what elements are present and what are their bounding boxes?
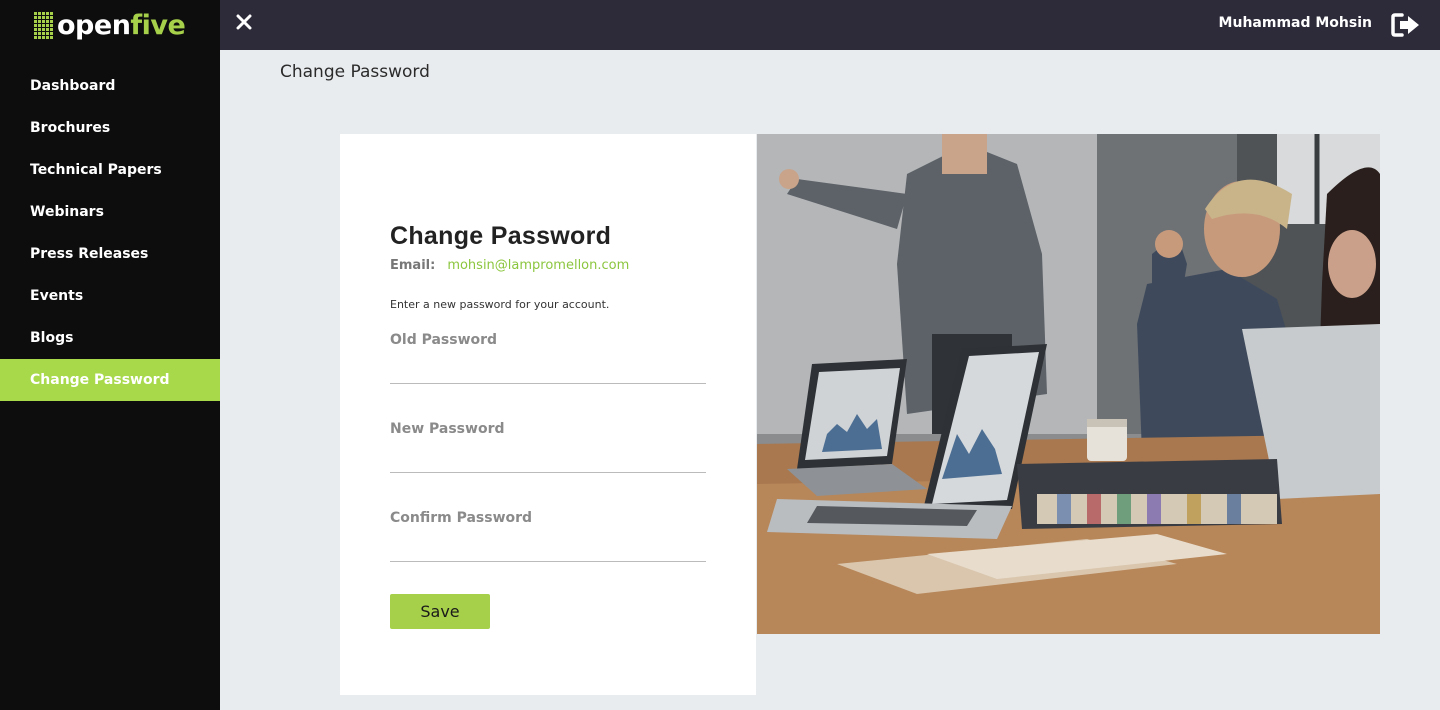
close-icon[interactable] (234, 11, 254, 33)
logo-grid-icon (34, 11, 53, 39)
new-password-label: New Password (390, 421, 505, 437)
logo-text: openfive (57, 9, 186, 41)
sidebar-item-change-password[interactable]: Change Password (0, 359, 220, 401)
sidebar-item-brochures[interactable]: Brochures (0, 107, 220, 149)
logout-icon[interactable] (1390, 12, 1422, 38)
email-value: mohsin@lampromellon.com (447, 258, 630, 273)
sidebar-item-webinars[interactable]: Webinars (0, 191, 220, 233)
old-password-field: Old Password (390, 332, 706, 384)
sidebar-item-events[interactable]: Events (0, 275, 220, 317)
office-meeting-illustration (757, 134, 1380, 634)
old-password-label: Old Password (390, 332, 498, 348)
confirm-password-field: Confirm Password (390, 510, 706, 562)
sidebar-item-dashboard[interactable]: Dashboard (0, 65, 220, 107)
new-password-input[interactable] (390, 447, 706, 473)
change-password-card: Change Password Email: mohsin@lampromell… (340, 134, 756, 695)
old-password-input[interactable] (390, 358, 706, 384)
user-name[interactable]: Muhammad Mohsin (1219, 15, 1372, 31)
logo-text-five: five (130, 9, 186, 41)
top-bar: Muhammad Mohsin (220, 0, 1440, 50)
form-description: Enter a new password for your account. (390, 298, 610, 311)
office-meeting-photo (757, 134, 1380, 634)
form-title: Change Password (390, 222, 612, 250)
sidebar-item-press-releases[interactable]: Press Releases (0, 233, 220, 275)
email-label: Email: (390, 258, 436, 273)
sidebar-item-blogs[interactable]: Blogs (0, 317, 220, 359)
new-password-field: New Password (390, 421, 706, 473)
page-title: Change Password (280, 62, 430, 82)
confirm-password-input[interactable] (390, 536, 706, 562)
sidebar-item-technical-papers[interactable]: Technical Papers (0, 149, 220, 191)
sidebar-nav: Dashboard Brochures Technical Papers Web… (0, 65, 220, 401)
logo-text-open: open (57, 9, 131, 41)
email-row: Email: mohsin@lampromellon.com (390, 258, 629, 273)
save-button[interactable]: Save (390, 594, 490, 629)
confirm-password-label: Confirm Password (390, 510, 533, 526)
openfive-logo[interactable]: openfive (34, 9, 186, 41)
sidebar: openfive Dashboard Brochures Technical P… (0, 0, 220, 710)
